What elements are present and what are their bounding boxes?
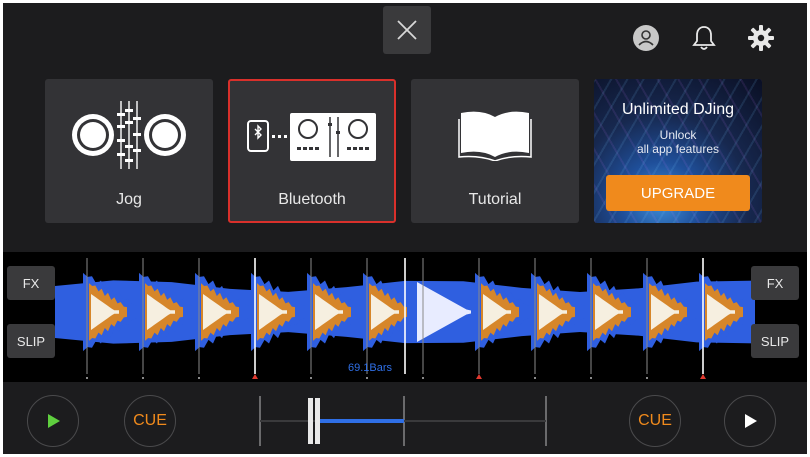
slip-button-right[interactable]: SLIP [751, 324, 799, 358]
cue-button-right[interactable]: CUE [629, 395, 681, 447]
settings-button[interactable] [746, 23, 776, 53]
tile-tutorial[interactable]: Tutorial [411, 79, 579, 223]
cue-marker [700, 374, 706, 379]
tile-label-jog: Jog [116, 191, 142, 208]
fx-button-right[interactable]: FX [751, 266, 799, 300]
promo-subtitle-line1: Unlock [659, 128, 697, 142]
cue-label-left: CUE [133, 412, 167, 429]
beat-marker [310, 377, 312, 379]
promo-title: Unlimited DJing [621, 101, 735, 118]
cue-button-left[interactable]: CUE [124, 395, 176, 447]
play-icon [745, 414, 757, 428]
play-button-right[interactable] [724, 395, 776, 447]
tile-label-bluetooth: Bluetooth [278, 191, 346, 208]
promo-subtitle-line2: all app features [636, 142, 720, 156]
upgrade-button[interactable]: UPGRADE [606, 175, 750, 211]
x-close-icon [397, 20, 417, 40]
beat-marker [86, 377, 88, 379]
slip-button-left[interactable]: SLIP [7, 324, 55, 358]
beat-marker [198, 377, 200, 379]
waveform-display[interactable]: FX SLIP FX SLIP 69.1Bars [3, 252, 807, 382]
account-circle-icon [633, 25, 659, 51]
open-book-icon [458, 111, 532, 161]
beat-marker [534, 377, 536, 379]
close-button[interactable] [383, 6, 431, 54]
account-button[interactable] [631, 23, 661, 53]
crossfader[interactable] [258, 396, 548, 448]
waveform-svg [55, 258, 755, 379]
beat-marker [366, 377, 368, 379]
transport-bar: CUE CUE [3, 382, 807, 454]
tile-label-tutorial: Tutorial [468, 191, 522, 208]
tile-bluetooth[interactable]: Bluetooth [228, 79, 396, 223]
play-icon [48, 414, 60, 428]
cue-marker [476, 374, 482, 379]
tile-jog[interactable]: Jog [45, 79, 213, 223]
cue-marker [252, 374, 258, 379]
notifications-button[interactable] [689, 23, 719, 53]
beat-marker [422, 377, 424, 379]
beat-marker [142, 377, 144, 379]
beat-marker [646, 377, 648, 379]
app-frame: Jog Bluetooth Tutorial Unlimited DJing U… [3, 3, 807, 454]
upgrade-promo-banner: Unlimited DJing Unlock all app features … [594, 79, 762, 223]
bluetooth-controller-icon [247, 113, 376, 161]
cue-label-right: CUE [638, 412, 672, 429]
beat-marker [590, 377, 592, 379]
bell-icon [692, 26, 716, 50]
gear-icon [748, 25, 774, 51]
bars-position-label: 69.1Bars [348, 362, 393, 374]
fx-button-left[interactable]: FX [7, 266, 55, 300]
play-button-left[interactable] [27, 395, 79, 447]
jog-wheels-icon [72, 101, 186, 169]
